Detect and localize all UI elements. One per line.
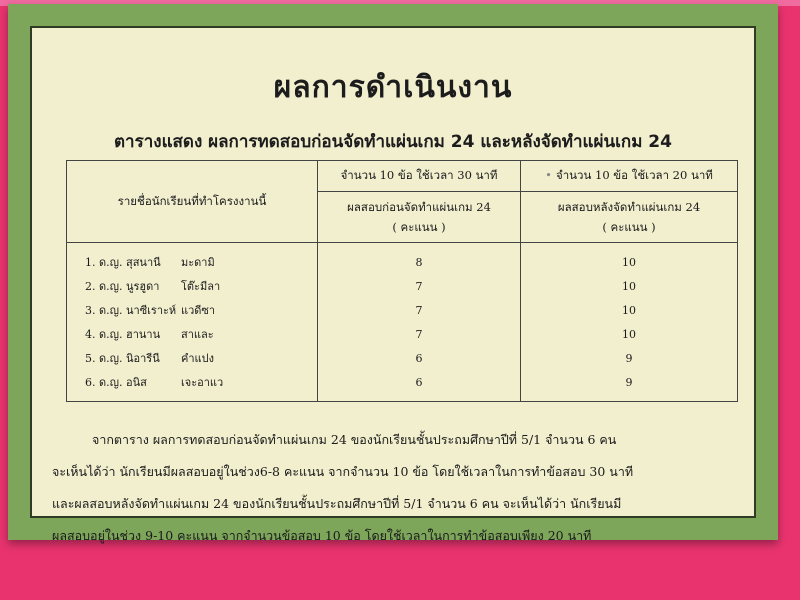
student-name: 4. ด.ญ. ฮานาน สาและ [85, 323, 317, 347]
before-score: 6 [415, 376, 423, 389]
student-last-name: โต๊ะมีลา [181, 280, 221, 293]
before-score: 7 [415, 304, 423, 317]
poster-frame: ผลการดำเนินงาน ตารางแสดง ผลการทดสอบก่อนจ… [8, 4, 778, 543]
student-last-name: แวดีซา [181, 304, 216, 317]
student-last-name: สาและ [181, 328, 214, 341]
student-first-name: 6. ด.ญ. อนิส [85, 376, 147, 389]
before-score: 7 [415, 280, 423, 293]
after-scores-column: 10 10 10 10 9 9 [520, 242, 738, 402]
before-score-unit: ( คะแนน ) [392, 220, 446, 234]
student-first-name: 4. ด.ญ. ฮานาน [85, 328, 161, 341]
summary-line: ผลสอบอยู่ในช่วง 9-10 คะแนน จากจำนวนข้อสอ… [52, 528, 592, 543]
after-score-unit: ( คะแนน ) [602, 220, 656, 234]
before-score: 6 [415, 352, 423, 365]
summary-line: จะเห็นได้ว่า นักเรียนมีผลสอบอยู่ในช่วง6-… [52, 464, 634, 479]
before-score-label: ผลสอบก่อนจัดทำแผ่นเกม 24 [347, 200, 491, 214]
student-name: 1. ด.ญ. สุสนานี มะดามิ [85, 251, 317, 275]
student-name: 6. ด.ญ. อนิส เจะอาแว [85, 371, 317, 395]
after-condition-header: • จำนวน 10 ข้อ ใช้เวลา 20 นาที [520, 160, 738, 192]
after-score-label: ผลสอบหลังจัดทำแผ่นเกม 24 [557, 200, 701, 214]
after-score: 10 [622, 304, 637, 317]
after-score-header: ผลสอบหลังจัดทำแผ่นเกม 24 ( คะแนน ) [520, 191, 738, 243]
student-names-column: 1. ด.ญ. สุสนานี มะดามิ 2. ด.ญ. นูรฮูดา โต๊ะ… [66, 242, 318, 402]
student-name: 2. ด.ญ. นูรฮูดา โต๊ะมีลา [85, 275, 317, 299]
before-score: 8 [415, 256, 423, 269]
student-first-name: 2. ด.ญ. นูรฮูดา [85, 280, 160, 293]
before-score: 7 [415, 328, 423, 341]
bullet-mark: • [545, 168, 552, 182]
summary-line: จากตาราง ผลการทดสอบก่อนจัดทำแผ่นเกม 24 ข… [92, 432, 617, 447]
after-score: 10 [622, 256, 637, 269]
student-last-name: เจะอาแว [181, 376, 224, 389]
after-condition-text: จำนวน 10 ข้อ ใช้เวลา 20 นาที [555, 168, 713, 182]
after-score: 10 [622, 328, 637, 341]
after-score: 9 [625, 352, 633, 365]
summary-paragraph: จากตาราง ผลการทดสอบก่อนจัดทำแผ่นเกม 24 ข… [52, 424, 742, 552]
student-first-name: 5. ด.ญ. นิอารีนี [85, 352, 160, 365]
after-score: 9 [625, 376, 633, 389]
student-name-header: รายชื่อนักเรียนที่ทำโครงงานนี้ [66, 160, 318, 243]
after-score: 10 [622, 280, 637, 293]
poster-title: ผลการดำเนินงาน [273, 70, 513, 105]
before-scores-column: 8 7 7 7 6 6 [316, 242, 522, 402]
before-condition-header: จำนวน 10 ข้อ ใช้เวลา 30 นาที [316, 160, 522, 192]
poster-content: ผลการดำเนินงาน ตารางแสดง ผลการทดสอบก่อนจ… [30, 26, 756, 543]
results-table: รายชื่อนักเรียนที่ทำโครงงานนี้ จำนวน 10 … [66, 160, 738, 402]
student-first-name: 3. ด.ญ. นาซีเราะห์ [85, 304, 177, 317]
summary-line: และผลสอบหลังจัดทำแผ่นเกม 24 ของนักเรียนช… [52, 496, 622, 511]
table-caption: ตารางแสดง ผลการทดสอบก่อนจัดทำแผ่นเกม 24 … [114, 132, 672, 152]
before-score-header: ผลสอบก่อนจัดทำแผ่นเกม 24 ( คะแนน ) [316, 191, 522, 243]
student-first-name: 1. ด.ญ. สุสนานี [85, 256, 161, 269]
student-name: 3. ด.ญ. นาซีเราะห์ แวดีซา [85, 299, 317, 323]
student-last-name: มะดามิ [181, 256, 215, 269]
student-last-name: คำแปง [181, 352, 214, 365]
student-name: 5. ด.ญ. นิอารีนี คำแปง [85, 347, 317, 371]
